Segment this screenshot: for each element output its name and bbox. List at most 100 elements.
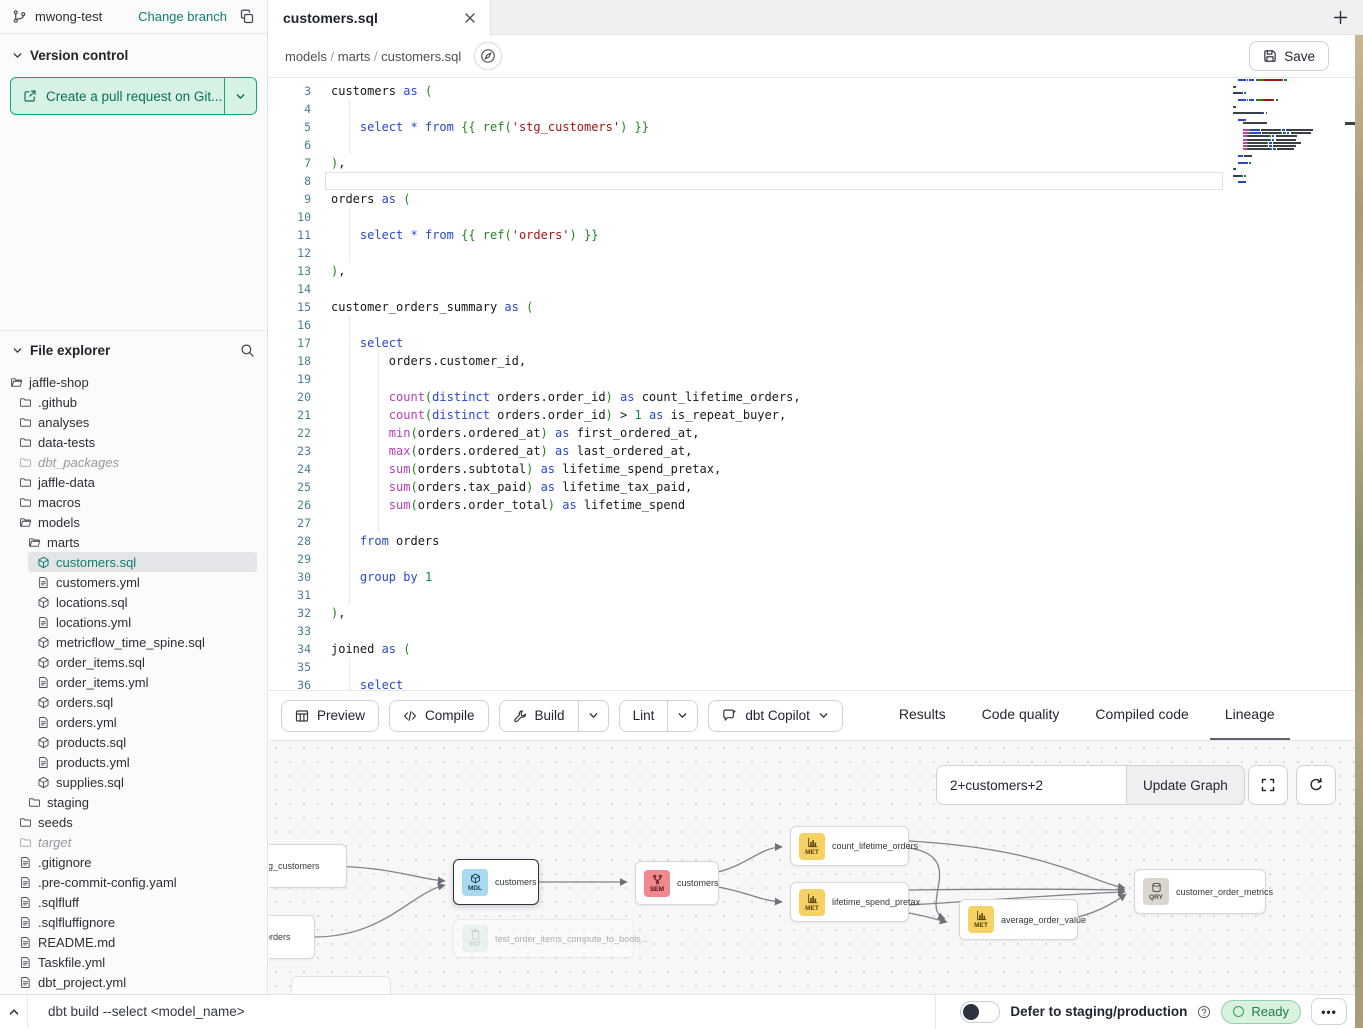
code-line-10[interactable]: 10 [269,208,1363,226]
copy-icon[interactable] [239,9,255,25]
tab-results[interactable]: Results [884,691,961,741]
code-line-32[interactable]: 32), [269,604,1363,622]
file-item-supplies-sql[interactable]: supplies.sql [28,772,257,792]
lineage-selector-input[interactable] [936,765,1126,805]
tab-compiled-code[interactable]: Compiled code [1080,691,1203,741]
file-item-readme-md[interactable]: README.md [10,932,257,952]
code-line-35[interactable]: 35 [269,658,1363,676]
code-line-26[interactable]: 26 sum(orders.order_total) as lifetime_s… [269,496,1363,514]
file-item-analyses[interactable]: analyses [10,412,257,432]
file-item-models[interactable]: models [10,512,257,532]
file-item-jaffle-data[interactable]: jaffle-data [10,472,257,492]
update-graph-button[interactable]: Update Graph [1126,765,1245,805]
file-item-taskfile-yml[interactable]: Taskfile.yml [10,952,257,972]
code-line-14[interactable]: 14 [269,280,1363,298]
change-branch-link[interactable]: Change branch [138,9,227,24]
breadcrumb-item[interactable]: models [285,49,327,64]
code-line-27[interactable]: 27 [269,514,1363,532]
code-line-24[interactable]: 24 sum(orders.subtotal) as lifetime_spen… [269,460,1363,478]
expand-panel-button[interactable] [0,1006,27,1018]
code-line-22[interactable]: 22 min(orders.ordered_at) as first_order… [269,424,1363,442]
lint-caret[interactable] [667,701,697,731]
code-line-21[interactable]: 21 count(distinct orders.order_id) > 1 a… [269,406,1363,424]
file-item-metricflow-time-spine-sql[interactable]: metricflow_time_spine.sql [28,632,257,652]
lineage-node-count_lifetime_orders[interactable]: METcount_lifetime_orders [790,826,909,866]
navigate-compass-button[interactable] [474,42,502,70]
file-item--gitignore[interactable]: .gitignore [10,852,257,872]
tab-code-quality[interactable]: Code quality [967,691,1075,741]
code-line-25[interactable]: 25 sum(orders.tax_paid) as lifetime_tax_… [269,478,1363,496]
code-line-11[interactable]: 11 select * from {{ ref('orders') }} [269,226,1363,244]
lineage-node-test-order-items[interactable]: TSTtest_order_items_compute_to_bools... [453,919,634,958]
create-pr-button[interactable]: Create a pull request on Git... [10,77,257,115]
build-caret[interactable] [578,701,608,731]
refresh-button[interactable] [1296,765,1336,805]
create-pr-caret[interactable] [224,78,256,114]
more-options-button[interactable]: ••• [1311,998,1347,1025]
file-item-target[interactable]: target [10,832,257,852]
breadcrumb-item[interactable]: customers.sql [381,49,461,64]
code-line-12[interactable]: 12 [269,244,1363,262]
search-icon[interactable] [240,343,255,358]
code-line-7[interactable]: 7), [269,154,1363,172]
code-line-34[interactable]: 34joined as ( [269,640,1363,658]
code-line-5[interactable]: 5 select * from {{ ref('stg_customers') … [269,118,1363,136]
file-item-marts[interactable]: marts [19,532,257,552]
code-line-23[interactable]: 23 max(orders.ordered_at) as last_ordere… [269,442,1363,460]
file-item-order-items-sql[interactable]: order_items.sql [28,652,257,672]
preview-button[interactable]: Preview [281,700,379,732]
file-item-customers-sql[interactable]: customers.sql [28,552,257,572]
lineage-node-orders[interactable]: MDLorders [269,915,315,959]
tab-customers-sql[interactable]: customers.sql [269,0,491,36]
code-line-31[interactable]: 31 [269,586,1363,604]
command-input[interactable]: dbt build --select <model_name> [28,1004,245,1019]
code-line-8[interactable]: 8 [269,172,1363,190]
code-line-15[interactable]: 15customer_orders_summary as ( [269,298,1363,316]
code-line-18[interactable]: 18 orders.customer_id, [269,352,1363,370]
code-line-13[interactable]: 13), [269,262,1363,280]
file-item-locations-sql[interactable]: locations.sql [28,592,257,612]
file-item-jaffle-shop[interactable]: jaffle-shop [1,372,257,392]
code-line-29[interactable]: 29 [269,550,1363,568]
file-item-macros[interactable]: macros [10,492,257,512]
code-line-36[interactable]: 36 select [269,676,1363,690]
code-line-9[interactable]: 9orders as ( [269,190,1363,208]
file-item-products-sql[interactable]: products.sql [28,732,257,752]
compile-button[interactable]: Compile [389,700,489,732]
file-item-staging[interactable]: staging [19,792,257,812]
lint-button[interactable]: Lint [619,700,699,732]
file-item--github[interactable]: .github [10,392,257,412]
file-item--sqlfluff[interactable]: .sqlfluff [10,892,257,912]
lineage-node-average_order_value[interactable]: METaverage_order_value [959,899,1078,940]
file-item-customers-yml[interactable]: customers.yml [28,572,257,592]
code-line-30[interactable]: 30 group by 1 [269,568,1363,586]
file-item-locations-yml[interactable]: locations.yml [28,612,257,632]
code-line-16[interactable]: 16 [269,316,1363,334]
fullscreen-button[interactable] [1248,765,1288,805]
breadcrumb-item[interactable]: marts [338,49,371,64]
code-line-33[interactable]: 33 [269,622,1363,640]
code-line-19[interactable]: 19 [269,370,1363,388]
file-item-seeds[interactable]: seeds [10,812,257,832]
file-item-products-yml[interactable]: products.yml [28,752,257,772]
file-item--pre-commit-config-yaml[interactable]: .pre-commit-config.yaml [10,872,257,892]
file-item-order-items-yml[interactable]: order_items.yml [28,672,257,692]
lineage-node-ghost-node[interactable] [291,976,391,994]
code-line-20[interactable]: 20 count(distinct orders.order_id) as co… [269,388,1363,406]
lineage-node-customer_order_metrics[interactable]: QRYcustomer_order_metrics [1134,869,1266,914]
close-icon[interactable] [464,12,476,24]
code-line-28[interactable]: 28 from orders [269,532,1363,550]
minimap[interactable] [1233,78,1313,194]
lineage-node-customers-model[interactable]: MDLcustomers [453,859,539,905]
build-button[interactable]: Build [499,700,609,732]
dbt-copilot-button[interactable]: dbt Copilot [708,700,843,732]
code-line-17[interactable]: 17 select [269,334,1363,352]
file-item-data-tests[interactable]: data-tests [10,432,257,452]
code-line-4[interactable]: 4 [269,100,1363,118]
file-item-dbt-project-yml[interactable]: dbt_project.yml [10,972,257,992]
file-explorer-header[interactable]: File explorer [0,331,267,366]
code-editor[interactable]: 3customers as (45 select * from {{ ref('… [269,78,1363,690]
help-icon[interactable] [1197,1005,1211,1019]
file-item-orders-yml[interactable]: orders.yml [28,712,257,732]
code-line-3[interactable]: 3customers as ( [269,82,1363,100]
